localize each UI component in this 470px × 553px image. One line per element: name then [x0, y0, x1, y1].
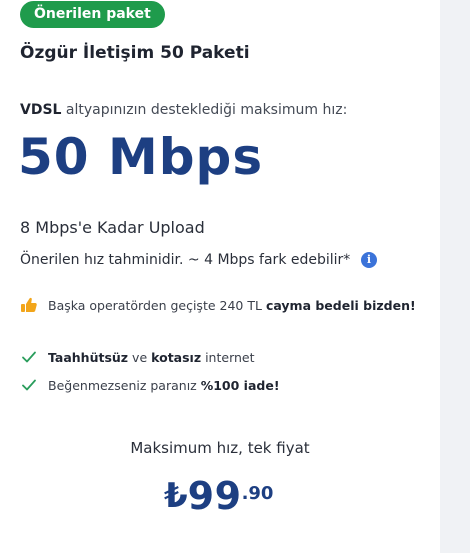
feature-text-1: ve: [128, 349, 152, 365]
price-currency: ₺: [164, 476, 188, 516]
switch-offer-text: Başka operatörden geçişte 240 TL: [48, 297, 262, 313]
switch-offer: Başka operatörden geçişte 240 TL cayma b…: [20, 296, 416, 314]
feature-item: Beğenmezseniz paranız %100 iade!: [20, 376, 280, 394]
max-speed: 50 Mbps: [18, 128, 264, 186]
feature-item: Taahhütsüz ve kotasız internet: [20, 348, 255, 366]
price-decimal: .90: [241, 483, 274, 504]
price-integer: 99: [187, 474, 242, 518]
info-icon[interactable]: i: [361, 252, 377, 268]
upload-speed: 8 Mbps'e Kadar Upload: [20, 218, 205, 237]
package-title: Özgür İletişim 50 Paketi: [20, 43, 250, 63]
package-card: Önerilen paket Özgür İletişim 50 Paketi …: [0, 0, 440, 553]
switch-offer-highlight: cayma bedeli bizden!: [265, 297, 416, 313]
price: ₺ 99 .90: [164, 474, 273, 518]
speed-estimate-note: Önerilen hız tahminidir. ~ 4 Mbps fark e…: [20, 252, 351, 268]
infrastructure-description: altyapınızın desteklediği maksimum hız:: [61, 102, 348, 118]
thumbs-up-icon: [20, 296, 38, 314]
recommended-badge: Önerilen paket: [20, 1, 165, 28]
infrastructure-text: VDSL altyapınızın desteklediği maksimum …: [20, 102, 347, 118]
check-icon: [20, 348, 38, 366]
feature-bold-2: %100 iade!: [200, 377, 280, 393]
infrastructure-type: VDSL: [20, 102, 62, 118]
feature-text-1: Beğenmezseniz paranız: [48, 377, 201, 393]
feature-bold-1: Taahhütsüz: [48, 349, 129, 365]
check-icon: [20, 376, 38, 394]
feature-text-2: internet: [201, 349, 255, 365]
price-caption: Maksimum hız, tek fiyat: [130, 439, 310, 457]
feature-bold-2: kotasız: [151, 349, 202, 365]
